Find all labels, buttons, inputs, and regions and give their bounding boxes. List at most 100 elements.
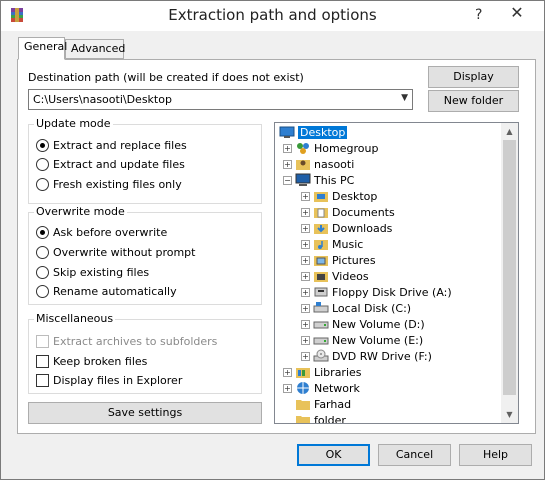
checkbox-disabled[interactable]	[36, 334, 49, 348]
radio-button[interactable]	[36, 265, 49, 279]
tree-item-homegroup[interactable]: + Homegroup	[283, 140, 378, 156]
expand-icon[interactable]: +	[301, 351, 310, 361]
expand-icon[interactable]: +	[283, 143, 292, 153]
expand-icon[interactable]: +	[301, 255, 310, 265]
expand-icon[interactable]: +	[301, 223, 310, 233]
tree-item-desktop-root[interactable]: Desktop	[279, 124, 348, 140]
tree-item-label: Floppy Disk Drive (A:)	[332, 285, 452, 299]
checkbox[interactable]	[36, 373, 49, 387]
chevron-down-icon[interactable]: ▼	[401, 93, 408, 103]
tab-general[interactable]: General	[18, 37, 67, 60]
expand-icon[interactable]: +	[283, 383, 292, 393]
option-label: Rename automatically	[53, 284, 177, 298]
expand-icon[interactable]: +	[283, 159, 292, 169]
radio-button-selected[interactable]	[36, 138, 49, 152]
expand-icon[interactable]: +	[301, 303, 310, 313]
expand-icon[interactable]: +	[301, 335, 310, 345]
ok-button[interactable]: OK	[297, 444, 370, 466]
tree-item-label: Pictures	[332, 253, 376, 267]
new-folder-button[interactable]: New folder	[428, 90, 519, 112]
tree-item-new-volume-e[interactable]: + New Volume (E:)	[301, 332, 423, 348]
tree-item-label: Downloads	[332, 221, 393, 235]
expand-icon[interactable]: +	[283, 367, 292, 377]
tree-item-nasooti[interactable]: + nasooti	[283, 156, 354, 172]
scroll-up-icon[interactable]: ▲	[501, 123, 518, 140]
dvd-drive-icon	[313, 349, 329, 362]
tree-item-libraries[interactable]: + Libraries	[283, 364, 362, 380]
tab-advanced[interactable]: Advanced	[65, 39, 125, 59]
miscellaneous-title: Miscellaneous	[34, 312, 116, 325]
expand-icon[interactable]: +	[301, 207, 310, 217]
pictures-icon	[314, 256, 328, 266]
tree-item-label: Local Disk (C:)	[332, 301, 412, 315]
radio-button[interactable]	[36, 157, 49, 171]
radio-extract-update[interactable]: Extract and update files	[36, 156, 185, 172]
tree-item-videos[interactable]: + Videos	[301, 268, 369, 284]
scroll-down-icon[interactable]: ▼	[501, 406, 518, 423]
local-disk-icon	[313, 302, 329, 313]
expand-icon[interactable]: +	[301, 319, 310, 329]
radio-button-selected[interactable]	[36, 225, 49, 239]
floppy-drive-icon	[314, 287, 328, 297]
tree-item-floppy-a[interactable]: + Floppy Disk Drive (A:)	[301, 284, 452, 300]
checkbox-keep-broken-files[interactable]: Keep broken files	[36, 353, 147, 369]
tree-item-network[interactable]: + Network	[283, 380, 360, 396]
tree-item-pictures[interactable]: + Pictures	[301, 252, 376, 268]
option-label: Skip existing files	[53, 265, 150, 279]
radio-button[interactable]	[36, 177, 49, 191]
scroll-thumb[interactable]	[503, 140, 516, 395]
tree-item-local-disk-c[interactable]: + Local Disk (C:)	[301, 300, 411, 316]
homegroup-icon	[297, 143, 309, 154]
tree-item-new-volume-d[interactable]: + New Volume (D:)	[301, 316, 425, 332]
update-mode-title: Update mode	[34, 117, 113, 130]
folder-icon	[296, 400, 310, 410]
radio-fresh-existing[interactable]: Fresh existing files only	[36, 176, 182, 192]
tree-item-label: New Volume (D:)	[332, 317, 425, 331]
tree-item-label: Network	[314, 381, 360, 395]
cancel-button[interactable]: Cancel	[378, 444, 451, 466]
music-icon	[314, 240, 328, 250]
tree-item-folder[interactable]: folder	[295, 412, 346, 424]
close-button[interactable]: ✕	[494, 1, 540, 25]
tree-item-label: Homegroup	[314, 141, 379, 155]
display-button[interactable]: Display	[428, 66, 519, 88]
tree-item-label: folder	[314, 413, 346, 424]
folder-tree[interactable]: Desktop + Homegroup + nasooti − This PC …	[274, 122, 519, 424]
tree-item-dvd-f[interactable]: + DVD RW Drive (F:)	[301, 348, 432, 364]
radio-rename-automatically[interactable]: Rename automatically	[36, 283, 177, 299]
expand-icon[interactable]: +	[301, 191, 310, 201]
radio-ask-before-overwrite[interactable]: Ask before overwrite	[36, 224, 167, 240]
tree-item-farhad[interactable]: Farhad	[295, 396, 351, 412]
tree-item-label: New Volume (E:)	[332, 333, 424, 347]
tree-item-label: Farhad	[314, 397, 352, 411]
destination-path-combobox[interactable]: C:\Users\nasooti\Desktop ▼	[28, 89, 413, 110]
collapse-icon[interactable]: −	[283, 175, 292, 185]
checkbox[interactable]	[36, 354, 49, 368]
checkbox-extract-to-subfolders[interactable]: Extract archives to subfolders	[36, 333, 217, 349]
expand-icon[interactable]: +	[301, 287, 310, 297]
option-label: Ask before overwrite	[53, 225, 168, 239]
tree-item-desktop[interactable]: + Desktop	[301, 188, 377, 204]
tree-item-documents[interactable]: + Documents	[301, 204, 395, 220]
radio-skip-existing[interactable]: Skip existing files	[36, 264, 149, 280]
option-label: Keep broken files	[53, 354, 148, 368]
tree-item-music[interactable]: + Music	[301, 236, 363, 252]
expand-icon[interactable]: +	[301, 239, 310, 249]
tree-vertical-scrollbar[interactable]: ▲ ▼	[501, 123, 518, 423]
help-button[interactable]: Help	[459, 444, 532, 466]
expand-icon[interactable]: +	[301, 271, 310, 281]
tree-item-label: This PC	[314, 173, 355, 187]
radio-extract-replace[interactable]: Extract and replace files	[36, 137, 187, 153]
radio-button[interactable]	[36, 284, 49, 298]
checkbox-display-in-explorer[interactable]: Display files in Explorer	[36, 372, 182, 388]
tree-item-this-pc[interactable]: − This PC	[283, 172, 354, 188]
radio-overwrite-without-prompt[interactable]: Overwrite without prompt	[36, 244, 195, 260]
help-title-button[interactable]: ?	[475, 7, 482, 23]
tree-item-label: Desktop	[332, 189, 378, 203]
extraction-dialog: Extraction path and options ? ✕ General …	[0, 0, 545, 480]
libraries-icon	[296, 368, 310, 378]
radio-button[interactable]	[36, 245, 49, 259]
tree-item-downloads[interactable]: + Downloads	[301, 220, 392, 236]
title-bar[interactable]: Extraction path and options ? ✕	[1, 1, 544, 31]
save-settings-button[interactable]: Save settings	[28, 402, 262, 424]
